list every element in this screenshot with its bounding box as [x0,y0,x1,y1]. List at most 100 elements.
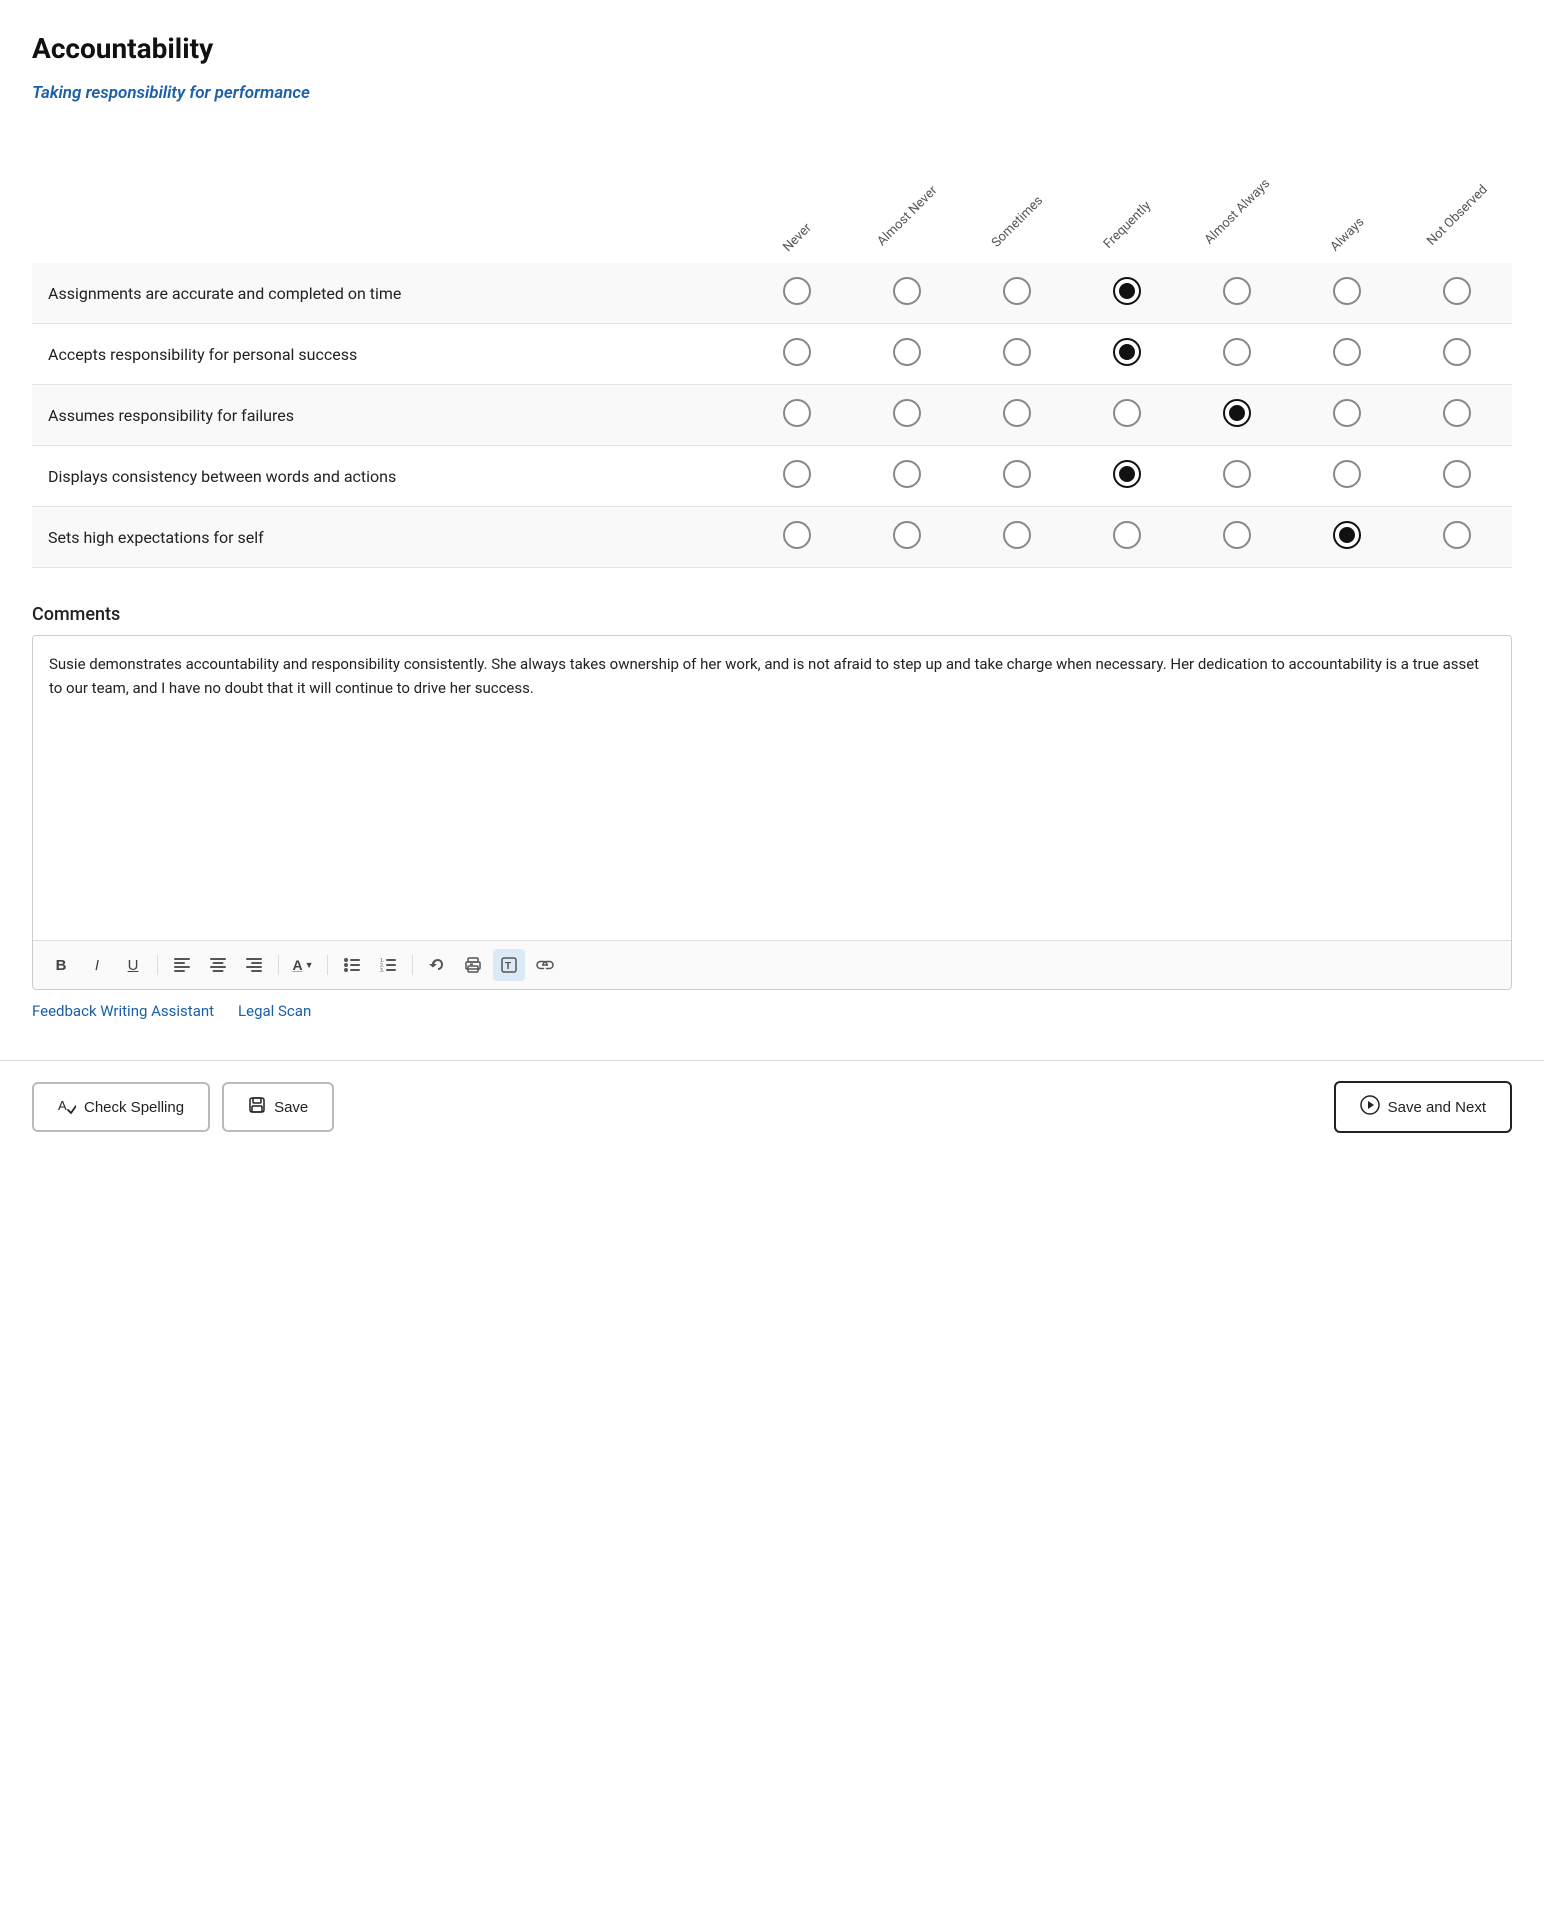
radio-cell-row3-col6[interactable] [1402,446,1512,507]
comments-textarea[interactable] [33,636,1511,936]
radio-button[interactable] [1223,399,1251,427]
radio-button[interactable] [783,521,811,549]
radio-cell-row3-col3[interactable] [1072,446,1182,507]
radio-cell-row0-col4[interactable] [1182,263,1292,324]
radio-button[interactable] [783,338,811,366]
radio-cell-row2-col6[interactable] [1402,385,1512,446]
page-title: Accountability [32,32,1512,65]
col-header-not-observed: Not Observed [1402,133,1512,263]
radio-cell-row2-col0[interactable] [742,385,852,446]
radio-button[interactable] [893,277,921,305]
radio-button[interactable] [1333,521,1361,549]
radio-button[interactable] [1333,399,1361,427]
table-row: Assignments are accurate and completed o… [32,263,1512,324]
radio-cell-row0-col2[interactable] [962,263,1072,324]
save-next-button[interactable]: Save and Next [1334,1081,1512,1133]
radio-cell-row4-col2[interactable] [962,507,1072,568]
radio-cell-row1-col1[interactable] [852,324,962,385]
highlight-button[interactable]: A ▼ [287,949,319,981]
radio-button[interactable] [893,399,921,427]
radio-cell-row4-col3[interactable] [1072,507,1182,568]
radio-button[interactable] [1333,277,1361,305]
radio-cell-row2-col3[interactable] [1072,385,1182,446]
radio-cell-row1-col4[interactable] [1182,324,1292,385]
radio-button[interactable] [1443,399,1471,427]
radio-cell-row0-col3[interactable] [1072,263,1182,324]
label-column-header [32,133,742,263]
undo-button[interactable] [421,949,453,981]
radio-cell-row3-col2[interactable] [962,446,1072,507]
bullet-list-icon [344,958,360,972]
save-next-label: Save and Next [1388,1099,1486,1116]
radio-cell-row3-col4[interactable] [1182,446,1292,507]
radio-button[interactable] [1003,399,1031,427]
radio-cell-row1-col5[interactable] [1292,324,1402,385]
radio-cell-row4-col6[interactable] [1402,507,1512,568]
radio-cell-row4-col5[interactable] [1292,507,1402,568]
svg-text:3.: 3. [380,968,384,972]
radio-cell-row0-col6[interactable] [1402,263,1512,324]
radio-button[interactable] [893,460,921,488]
radio-button[interactable] [1113,460,1141,488]
radio-button[interactable] [893,338,921,366]
highlight-icon: A [292,957,302,973]
writing-assistant-link[interactable]: Feedback Writing Assistant [32,1002,214,1020]
italic-button[interactable]: I [81,949,113,981]
radio-cell-row0-col5[interactable] [1292,263,1402,324]
radio-cell-row4-col1[interactable] [852,507,962,568]
print-button[interactable] [457,949,489,981]
format-button[interactable]: T [493,949,525,981]
radio-cell-row3-col0[interactable] [742,446,852,507]
radio-button[interactable] [1333,338,1361,366]
link-button[interactable] [529,949,561,981]
radio-button[interactable] [1223,460,1251,488]
align-center-button[interactable] [202,949,234,981]
radio-cell-row2-col2[interactable] [962,385,1072,446]
bold-button[interactable]: B [45,949,77,981]
radio-button[interactable] [1333,460,1361,488]
radio-button[interactable] [1223,277,1251,305]
radio-button[interactable] [1003,338,1031,366]
radio-button[interactable] [1443,338,1471,366]
radio-button[interactable] [1003,460,1031,488]
radio-button[interactable] [1443,277,1471,305]
radio-button[interactable] [783,277,811,305]
radio-button[interactable] [1113,521,1141,549]
check-spelling-button[interactable]: A Check Spelling [32,1082,210,1132]
radio-button[interactable] [1113,338,1141,366]
separator-4 [412,955,413,975]
numbered-list-button[interactable]: 1.2.3. [372,949,404,981]
radio-button[interactable] [1223,338,1251,366]
underline-button[interactable]: U [117,949,149,981]
save-button[interactable]: Save [222,1082,334,1132]
radio-cell-row3-col1[interactable] [852,446,962,507]
radio-button[interactable] [783,399,811,427]
radio-cell-row0-col1[interactable] [852,263,962,324]
radio-cell-row2-col1[interactable] [852,385,962,446]
comments-label: Comments [32,604,1512,625]
radio-cell-row1-col3[interactable] [1072,324,1182,385]
radio-button[interactable] [1003,521,1031,549]
align-left-button[interactable] [166,949,198,981]
legal-scan-link[interactable]: Legal Scan [238,1002,311,1020]
radio-cell-row4-col4[interactable] [1182,507,1292,568]
radio-cell-row1-col6[interactable] [1402,324,1512,385]
radio-button[interactable] [1223,521,1251,549]
radio-button[interactable] [893,521,921,549]
radio-cell-row3-col5[interactable] [1292,446,1402,507]
radio-button[interactable] [1003,277,1031,305]
radio-button[interactable] [1443,521,1471,549]
radio-cell-row0-col0[interactable] [742,263,852,324]
radio-cell-row1-col2[interactable] [962,324,1072,385]
bullet-list-button[interactable] [336,949,368,981]
radio-button[interactable] [783,460,811,488]
radio-cell-row2-col4[interactable] [1182,385,1292,446]
radio-button[interactable] [1113,399,1141,427]
radio-cell-row4-col0[interactable] [742,507,852,568]
radio-cell-row2-col5[interactable] [1292,385,1402,446]
separator-1 [157,955,158,975]
radio-button[interactable] [1443,460,1471,488]
radio-button[interactable] [1113,277,1141,305]
align-right-button[interactable] [238,949,270,981]
radio-cell-row1-col0[interactable] [742,324,852,385]
